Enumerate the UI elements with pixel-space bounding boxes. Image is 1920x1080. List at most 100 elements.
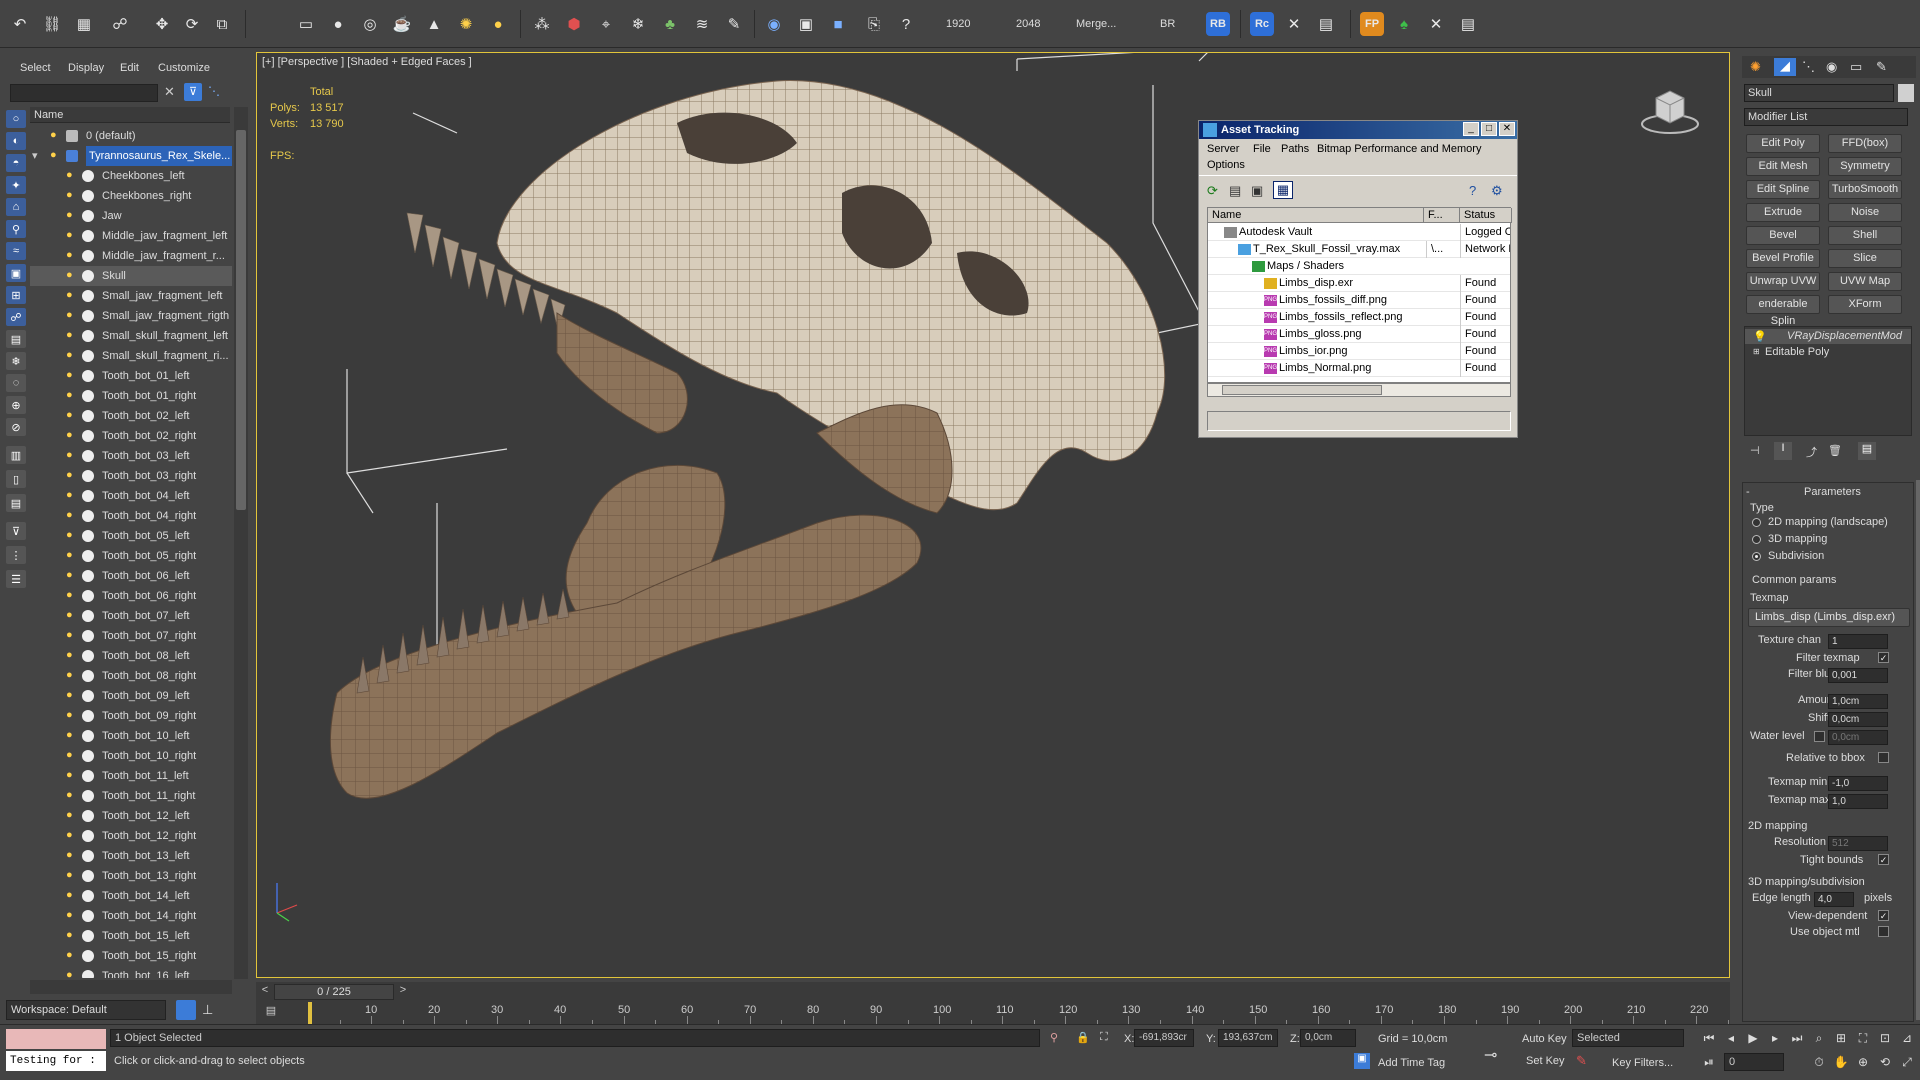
time-config-icon[interactable]: ⏱ [1810,1053,1828,1071]
expand-arrow-icon[interactable]: ▾ [32,146,38,166]
auto-key-button[interactable]: Auto Key [1522,1033,1567,1045]
tree-row[interactable]: ● Tooth_bot_02_right [30,426,232,446]
modifier-button[interactable]: Unwrap UVW [1746,272,1820,291]
tree-row[interactable]: ● Tooth_bot_01_right [30,386,232,406]
tree-row[interactable]: ● Tooth_bot_12_right [30,826,232,846]
hierarchy-toggle-icon[interactable]: ⊥ [202,1002,213,1018]
workspace-dropdown[interactable]: Workspace: Default [6,1000,166,1020]
tree-row[interactable]: ● Tooth_bot_08_right [30,666,232,686]
asset-hscrollbar[interactable] [1207,383,1511,397]
visibility-bulb-icon[interactable]: ● [66,529,75,542]
select-filter-icon[interactable]: ☍ [108,12,132,36]
visibility-bulb-icon[interactable]: ● [66,669,75,682]
paint-icon[interactable]: ✎ [722,12,746,36]
tree-row[interactable]: ● Tooth_bot_01_left [30,366,232,386]
stack-expand-icon[interactable]: ⊞ [1753,347,1760,356]
invert-filter-icon[interactable]: ⊘ [6,418,26,436]
visibility-bulb-icon[interactable]: ● [50,129,59,142]
tree-row[interactable]: ● Tooth_bot_06_left [30,566,232,586]
tools-icon[interactable]: ✕ [1282,12,1306,36]
asset-col-status[interactable]: Status [1460,208,1512,223]
visibility-bulb-icon[interactable]: ● [66,849,75,862]
asset-col-f[interactable]: F... [1424,208,1460,223]
layer-icon[interactable]: ▥ [6,446,26,464]
bones-filter-icon[interactable]: ☍ [6,308,26,326]
modifier-button[interactable]: UVW Map [1828,272,1902,291]
visibility-bulb-icon[interactable]: ● [66,309,75,322]
stack-item-vray-displacement[interactable]: VRayDisplacementMod [1787,330,1902,342]
modifier-button[interactable]: enderable Splin [1746,295,1820,327]
tree-row[interactable]: ● Tooth_bot_05_right [30,546,232,566]
visibility-bulb-icon[interactable]: ● [66,229,75,242]
type-option-3d[interactable]: 3D mapping [1768,533,1827,545]
list-icon[interactable]: ▤ [1456,12,1480,36]
modifier-button[interactable]: XForm [1828,295,1902,314]
selected-dropdown[interactable]: Selected [1572,1029,1684,1047]
remove-modifier-icon[interactable]: 🗑 [1828,444,1842,457]
clear-search-icon[interactable]: ✕ [164,84,175,100]
camera-icon[interactable]: ⌖ [594,12,618,36]
menu-edit[interactable]: Edit [120,62,139,74]
create-tab-icon[interactable]: ✺ [1750,59,1761,75]
texmap-max-spinner[interactable]: 1,0 [1828,794,1888,809]
viewport-label[interactable]: [+] [Perspective ] [Shaded + Edged Faces… [262,56,472,68]
tree-row[interactable]: ● Middle_jaw_fragment_r... [30,246,232,266]
undo-icon[interactable]: ↶ [8,12,32,36]
menu-customize[interactable]: Customize [158,62,210,74]
go-to-start-icon[interactable]: ⏮ [1700,1029,1718,1047]
key-icon[interactable]: ⊸ [1484,1045,1497,1065]
y-coordinate[interactable]: 193,637cm [1218,1029,1278,1047]
texmap-min-spinner[interactable]: -1,0 [1828,776,1888,791]
tree-row[interactable]: ● Skull [30,266,232,286]
next-frame-arrow-icon[interactable]: > [396,984,410,1000]
table-icon[interactable]: ▤ [1314,12,1338,36]
visibility-bulb-icon[interactable]: ● [66,789,75,802]
tree-row[interactable]: ● Small_jaw_fragment_left [30,286,232,306]
modifier-button[interactable]: FFD(box) [1828,134,1902,153]
asset-menu-options[interactable]: Options [1207,159,1245,171]
br-button[interactable]: BR [1160,18,1175,30]
object-name-field[interactable]: Skull [1744,84,1894,102]
modifier-button[interactable]: Bevel [1746,226,1820,245]
link-icon[interactable]: ⛓ [40,12,64,36]
maximize-icon[interactable]: □ [1481,122,1497,136]
utilities-tab-icon[interactable]: ✎ [1876,59,1887,75]
tree-row[interactable]: ● Tooth_bot_14_left [30,886,232,906]
filter-texmap-checkbox[interactable]: ✓ [1878,652,1889,663]
stack-bulb-icon[interactable]: 💡 [1753,330,1767,343]
motion-tab-icon[interactable]: ◉ [1826,59,1837,75]
modifier-button[interactable]: Extrude [1746,203,1820,222]
zoom-extents-icon[interactable]: ⛶ [1854,1029,1872,1047]
asset-row[interactable]: Maps / Shaders [1208,258,1510,275]
minimize-icon[interactable]: _ [1463,122,1479,136]
tree-row[interactable]: ● Tooth_bot_09_right [30,706,232,726]
filter-blur-spinner[interactable]: 0,001 [1828,668,1888,683]
visibility-bulb-icon[interactable]: ● [66,929,75,942]
visibility-bulb-icon[interactable]: ● [66,709,75,722]
tree-row[interactable]: ● Tooth_bot_07_left [30,606,232,626]
type-option-subdivision[interactable]: Subdivision [1768,550,1824,562]
visibility-bulb-icon[interactable]: ● [66,389,75,402]
zoom-extents-all-icon[interactable]: ⊡ [1876,1029,1894,1047]
pan-icon[interactable]: ✋ [1832,1053,1850,1071]
containers-filter-icon[interactable]: ▤ [6,330,26,348]
thumbnail-icon[interactable]: ▣ [1251,183,1267,199]
modifier-button[interactable]: Edit Poly [1746,134,1820,153]
tree-row[interactable]: ● Tooth_bot_05_left [30,526,232,546]
tree-row[interactable]: ● Small_skull_fragment_ri... [30,346,232,366]
tree-row[interactable]: ● Middle_jaw_fragment_left [30,226,232,246]
visibility-bulb-icon[interactable]: ● [66,889,75,902]
tree-row[interactable]: ● Tooth_bot_15_left [30,926,232,946]
parameters-title[interactable]: Parameters [1804,486,1861,498]
box-icon[interactable]: ▭ [294,12,318,36]
key-filters-button[interactable]: Key Filters... [1612,1057,1673,1069]
close-icon[interactable]: ✕ [1499,122,1515,136]
tree-row[interactable]: ● Tooth_bot_04_right [30,506,232,526]
scene-search-input[interactable] [10,84,158,102]
frozen-filter-icon[interactable]: ❄ [6,352,26,370]
refresh-icon[interactable]: ⟳ [1207,183,1223,199]
asset-row[interactable]: PNG Limbs_Normal.png Found [1208,360,1510,377]
tree-row[interactable]: ● Tooth_bot_14_right [30,906,232,926]
object-group-row[interactable]: ▾ ● Tyrannosaurus_Rex_Skele... [30,146,232,166]
tree-row[interactable]: ● Tooth_bot_03_right [30,466,232,486]
